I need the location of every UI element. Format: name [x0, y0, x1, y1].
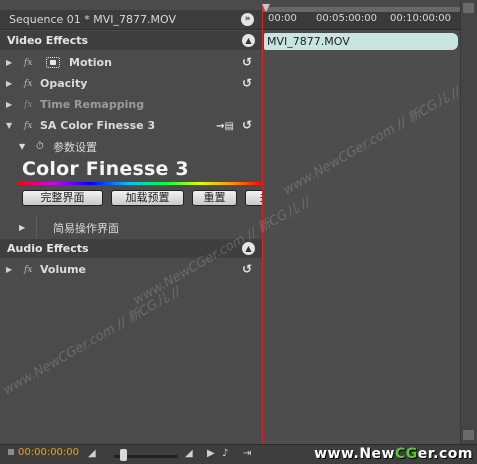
audio-effects-title: Audio Effects	[7, 242, 89, 255]
color-spectrum-bar	[17, 182, 262, 185]
reset-icon[interactable]: ↺	[240, 56, 254, 69]
sequence-title: Sequence 01 * MVI_7877.MOV	[9, 13, 176, 26]
timecode-icon	[8, 449, 14, 455]
expand-triangle-icon[interactable]: ▶	[19, 223, 25, 232]
site-logo: www.NewCGer.com	[314, 446, 473, 462]
stopwatch-icon[interactable]: ⏱	[36, 141, 44, 152]
audio-loop-icon[interactable]: ♪	[222, 448, 228, 459]
effect-row-color-finesse[interactable]: ▼ fx SA Color Finesse 3 →▤ ↺	[0, 115, 262, 136]
clip-bar[interactable]: MVI_7877.MOV	[264, 33, 458, 50]
expand-triangle-icon[interactable]: ▶	[6, 79, 12, 88]
fx-icon[interactable]: fx	[24, 58, 32, 68]
scroll-up-icon[interactable]	[463, 3, 474, 13]
reset-icon[interactable]: ↺	[240, 263, 254, 276]
effect-row-time-remapping[interactable]: ▶ fx Time Remapping	[0, 94, 262, 115]
effect-options-icon[interactable]: →▤	[216, 121, 234, 132]
audio-effects-header: Audio Effects ▲	[0, 239, 262, 258]
effect-label: Motion	[69, 56, 112, 69]
about-button[interactable]: 关	[245, 190, 262, 206]
fx-icon[interactable]: fx	[24, 121, 32, 131]
collapse-triangle-icon[interactable]: ▼	[6, 121, 12, 130]
fx-icon[interactable]: fx	[24, 265, 32, 275]
param-group-row[interactable]: ▼ ⏱ 参数设置	[0, 137, 262, 156]
collapse-up-icon[interactable]: ▲	[242, 242, 255, 255]
video-effects-header: Video Effects ▲	[0, 31, 262, 50]
expand-triangle-icon[interactable]: ▶	[6, 100, 12, 109]
plugin-title: Color Finesse 3	[22, 158, 189, 180]
timecode-display[interactable]: 00:00:00:00	[8, 447, 79, 458]
simple-ui-row[interactable]: ▶ 简易操作界面	[0, 218, 262, 237]
ruler-tick-label: 00:05:00:00	[316, 13, 378, 24]
time-ruler[interactable]: 00:00 00:05:00:00 00:10:00:00	[262, 7, 460, 30]
zoom-out-icon[interactable]: ◢	[88, 448, 96, 459]
vertical-scrollbar[interactable]	[460, 0, 477, 464]
video-effects-title: Video Effects	[7, 34, 89, 47]
effect-label: Opacity	[40, 77, 88, 90]
reset-icon[interactable]: ↺	[240, 77, 254, 90]
work-area-bar[interactable]	[262, 7, 460, 12]
effect-label: Volume	[40, 263, 86, 276]
load-preset-button[interactable]: 加载预置	[111, 190, 184, 206]
ruler-tick-label: 00:00	[268, 13, 297, 24]
expand-triangle-icon[interactable]: ▶	[6, 265, 12, 274]
full-interface-button[interactable]: 完整界面	[22, 190, 103, 206]
zoom-slider-knob[interactable]	[120, 449, 127, 461]
ruler-tick-label: 00:10:00:00	[390, 13, 452, 24]
simple-ui-label: 简易操作界面	[53, 221, 119, 235]
effect-row-motion[interactable]: ▶ fx Motion ↺	[0, 52, 262, 73]
zoom-in-icon[interactable]: ◢	[185, 448, 193, 459]
fx-icon[interactable]: fx	[24, 79, 32, 89]
param-group-label: 参数设置	[53, 140, 97, 154]
scroll-down-icon[interactable]	[463, 430, 474, 440]
collapse-triangle-icon[interactable]: ▼	[19, 142, 25, 151]
effect-row-volume[interactable]: ▶ fx Volume ↺	[0, 259, 262, 280]
plugin-button-row: 完整界面 加载预置 重置 关	[22, 190, 262, 208]
transform-handle-icon[interactable]	[46, 57, 60, 68]
expand-triangle-icon[interactable]: ▶	[6, 58, 12, 67]
reset-button[interactable]: 重置	[192, 190, 237, 206]
fx-icon: fx	[24, 99, 33, 110]
effect-track-area[interactable]	[262, 50, 460, 444]
play-audio-icon[interactable]: ▶	[207, 448, 215, 459]
reset-icon[interactable]: ↺	[240, 119, 254, 132]
export-icon[interactable]: ⇥	[243, 448, 251, 459]
playhead-line[interactable]	[262, 5, 263, 444]
collapse-up-icon[interactable]: ▲	[242, 34, 255, 47]
sequence-header: Sequence 01 * MVI_7877.MOV »	[0, 10, 262, 30]
timecode-value[interactable]: 00:00:00:00	[18, 447, 79, 458]
effect-label: SA Color Finesse 3	[40, 119, 156, 132]
effect-row-opacity[interactable]: ▶ fx Opacity ↺	[0, 73, 262, 94]
collapse-toggle-icon[interactable]: »	[241, 13, 254, 26]
effect-label: Time Remapping	[40, 98, 145, 111]
